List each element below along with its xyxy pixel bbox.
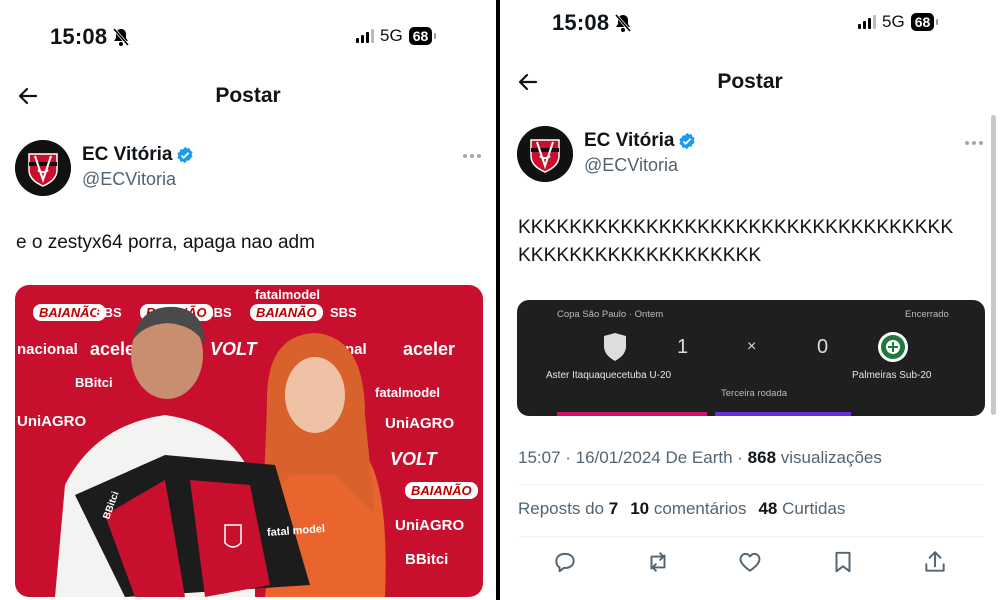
- reposts-stat[interactable]: Reposts do 7: [518, 499, 618, 519]
- tweet-photo[interactable]: fatalmodel BAIANÃO SBS BAIANÃO SBS BAIAN…: [15, 285, 483, 597]
- status-bar: 15:08 5G 68: [0, 22, 496, 52]
- bookmark-icon[interactable]: [830, 549, 856, 575]
- more-options-icon[interactable]: [463, 154, 481, 158]
- network-label: 5G: [380, 26, 403, 45]
- right-screenshot: 15:08 5G 68 Postar EC Vitória @ECVitoria…: [500, 0, 1000, 600]
- status-indicators: 5G 68: [858, 12, 938, 32]
- signal-icon: [858, 15, 876, 29]
- page-title: Postar: [717, 70, 783, 93]
- status-indicators: 5G 68: [356, 26, 436, 46]
- back-arrow-icon[interactable]: [16, 84, 40, 108]
- palmeiras-crest-icon: [878, 332, 908, 362]
- tweet-timestamp: 15:07 · 16/01/2024 De Earth ·: [518, 448, 748, 467]
- reply-icon[interactable]: [552, 549, 578, 575]
- author-name[interactable]: EC Vitória: [584, 130, 674, 152]
- views-label: visualizações: [776, 448, 882, 467]
- status-time-group: 15:08: [50, 24, 131, 50]
- club-crest-icon: [517, 126, 573, 182]
- tweet-text: e o zestyx64 porra, apaga nao adm: [16, 232, 315, 253]
- tweet-text: KKKKKKKKKKKKKKKKKKKKKKKKKKKKKKKKKK KKKKK…: [518, 214, 953, 270]
- tweet-author[interactable]: EC Vitória @ECVitoria: [15, 140, 194, 196]
- scrollbar[interactable]: [991, 115, 996, 415]
- likes-stat[interactable]: 48 Curtidas: [758, 499, 845, 519]
- club-crest-icon: [15, 140, 71, 196]
- avatar[interactable]: [15, 140, 71, 196]
- tweet-text-line: KKKKKKKKKKKKKKKKKKK: [518, 245, 762, 266]
- network-label: 5G: [882, 12, 905, 31]
- views-count: 868: [747, 448, 777, 467]
- repost-icon[interactable]: [645, 549, 671, 575]
- tweet-meta: 15:07 · 16/01/2024 De Earth · 868 visual…: [518, 448, 882, 468]
- divider-line: [518, 536, 984, 537]
- verified-badge-icon: [679, 132, 696, 150]
- match-round: Terceira rodada: [721, 388, 788, 399]
- away-score: 0: [817, 336, 829, 358]
- match-card[interactable]: Copa São Paulo · Ontem Encerrado 1 × 0 A…: [517, 300, 985, 416]
- match-status: Encerrado: [905, 309, 949, 320]
- signal-icon: [356, 29, 374, 43]
- divider-line: [518, 484, 984, 485]
- battery-icon: 68: [910, 13, 938, 31]
- match-competition: Copa São Paulo · Ontem: [557, 309, 664, 320]
- mute-bell-icon: [615, 14, 632, 32]
- away-team: Palmeiras Sub-20: [852, 370, 932, 381]
- verified-badge-icon: [177, 146, 194, 164]
- card-stripe: [715, 412, 851, 416]
- left-screenshot: 15:08 5G 68 Postar EC Vitória @ECVitoria…: [0, 0, 496, 600]
- tweet-text-line: KKKKKKKKKKKKKKKKKKKKKKKKKKKKKKKKKK: [518, 217, 954, 238]
- share-icon[interactable]: [922, 549, 948, 575]
- score-separator: ×: [747, 338, 757, 355]
- comments-stat[interactable]: 10 comentários: [630, 499, 746, 519]
- more-options-icon[interactable]: [965, 141, 983, 145]
- home-team: Aster Itaquaquecetuba U-20: [546, 370, 672, 381]
- top-nav: Postar: [500, 62, 1000, 102]
- top-nav: Postar: [0, 76, 496, 116]
- avatar[interactable]: [517, 126, 573, 182]
- home-score: 1: [677, 336, 689, 358]
- status-time: 15:08: [50, 24, 108, 49]
- author-handle[interactable]: @ECVitoria: [82, 169, 194, 190]
- tweet-author[interactable]: EC Vitória @ECVitoria: [517, 126, 696, 182]
- team-shield-icon: [604, 333, 626, 361]
- author-name[interactable]: EC Vitória: [82, 144, 172, 166]
- status-time-group: 15:08: [552, 10, 633, 36]
- author-handle[interactable]: @ECVitoria: [584, 155, 696, 176]
- people-illustration: [55, 306, 386, 597]
- like-heart-icon[interactable]: [737, 549, 763, 575]
- status-bar: 15:08 5G 68: [500, 8, 1000, 38]
- battery-icon: 68: [408, 27, 436, 45]
- status-time: 15:08: [552, 10, 610, 35]
- engagement-stats: Reposts do 7 10 comentários 48 Curtidas: [518, 499, 845, 519]
- back-arrow-icon[interactable]: [516, 70, 540, 94]
- action-bar: [552, 549, 948, 575]
- card-stripe: [557, 412, 707, 416]
- mute-bell-icon: [113, 28, 130, 46]
- page-title: Postar: [215, 84, 281, 107]
